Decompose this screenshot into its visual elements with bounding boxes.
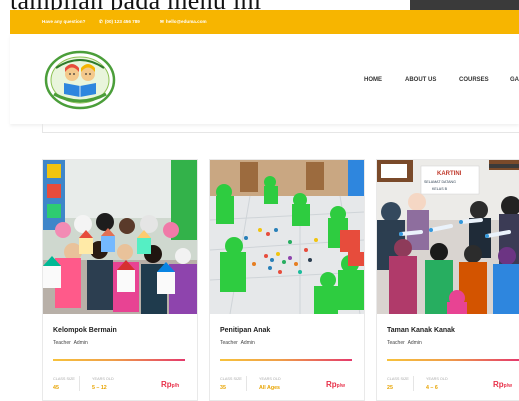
email-link[interactable]: ✉ hello@eduma.com: [160, 19, 207, 25]
nav-courses[interactable]: COURSES: [459, 77, 489, 83]
course-teacher: Teacher Admin: [53, 340, 88, 346]
question-text: Have any question?: [42, 19, 86, 24]
course-price: Rpp/h: [161, 380, 179, 389]
phone-number: (00) 123 456 789: [104, 19, 140, 24]
caption-dark-block: [410, 0, 519, 10]
teacher-name: Admin: [240, 340, 255, 346]
teacher-label: Teacher: [387, 340, 405, 346]
course-price: Rpp/w: [326, 380, 345, 389]
teacher-name: Admin: [407, 340, 422, 346]
divider-line: [53, 359, 185, 361]
school-logo[interactable]: [44, 50, 116, 110]
phone-icon: ✆: [99, 19, 103, 24]
course-card[interactable]: Penitipan Anak Teacher Admin CLASS SIZE …: [209, 159, 365, 401]
class-size-label: CLASS SIZE: [387, 377, 409, 381]
years-old-label: YEARS OLD: [92, 377, 114, 381]
site-header: HOME ABOUT US COURSES GA: [10, 34, 519, 124]
sign-line-3: KELAS B: [432, 187, 448, 191]
mail-icon: ✉: [160, 19, 164, 24]
teacher-label: Teacher: [53, 340, 71, 346]
nav-home[interactable]: HOME: [364, 77, 382, 83]
teacher-label: Teacher: [220, 340, 238, 346]
course-title[interactable]: Kelompok Bermain: [53, 327, 117, 334]
class-size-label: CLASS SIZE: [53, 377, 75, 381]
nav-about-us[interactable]: ABOUT US: [405, 77, 436, 83]
class-size-value: 45: [53, 385, 59, 391]
nav-gallery[interactable]: GA: [510, 77, 519, 83]
years-old-value: 5 – 12: [92, 385, 107, 391]
sign-line-1: KARTINI: [437, 171, 462, 177]
teacher-name: Admin: [73, 340, 88, 346]
divider-line: [387, 359, 519, 361]
price-unit: p/h: [171, 383, 180, 389]
years-old-label: YEARS OLD: [426, 377, 448, 381]
course-card[interactable]: Kelompok Bermain Teacher Admin CLASS SIZ…: [42, 159, 198, 401]
price-currency: Rp: [493, 380, 504, 389]
price-currency: Rp: [161, 380, 172, 389]
course-teacher: Teacher Admin: [387, 340, 422, 346]
course-price: Rpp/w: [493, 380, 512, 389]
course-photo: [210, 160, 364, 314]
class-size-value: 35: [220, 385, 226, 391]
price-currency: Rp: [326, 380, 337, 389]
class-size-value: 25: [387, 385, 393, 391]
years-old-value: All Ages: [259, 385, 280, 391]
years-old-value: 4 – 6: [426, 385, 438, 391]
divider-line: [220, 359, 352, 361]
course-title[interactable]: Taman Kanak Kanak: [387, 327, 455, 334]
price-unit: p/w: [336, 383, 346, 389]
course-photo: [43, 160, 197, 314]
course-teacher: Teacher Admin: [220, 340, 255, 346]
sign-line-2: SELAMAT DATANG: [424, 180, 456, 184]
course-title[interactable]: Penitipan Anak: [220, 327, 270, 334]
phone-link[interactable]: ✆ (00) 123 456 789: [99, 19, 140, 25]
top-bar: Have any question? ✆ (00) 123 456 789 ✉ he…: [10, 10, 519, 34]
class-size-label: CLASS SIZE: [220, 377, 242, 381]
stat-divider: [413, 376, 414, 391]
stat-divider: [246, 376, 247, 391]
email-address: hello@eduma.com: [165, 19, 207, 24]
years-old-label: YEARS OLD: [259, 377, 281, 381]
price-unit: p/w: [503, 383, 513, 389]
course-card[interactable]: KARTINI SELAMAT DATANG KELAS B Taman Kan…: [376, 159, 519, 401]
course-photo: KARTINI SELAMAT DATANG KELAS B: [377, 160, 519, 314]
stat-divider: [79, 376, 80, 391]
sub-bar: [42, 124, 519, 133]
